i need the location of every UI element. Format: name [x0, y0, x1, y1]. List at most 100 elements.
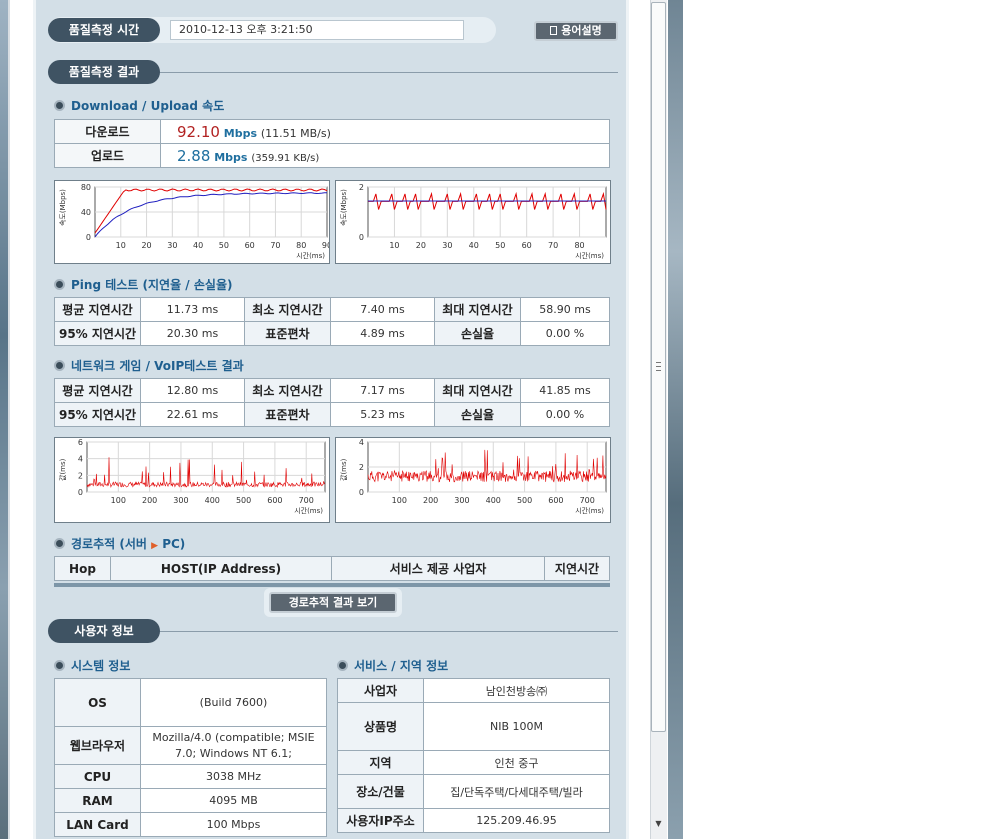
bullet-icon — [54, 538, 65, 549]
x-tick-label: 80 — [296, 241, 306, 250]
x-tick-label: 50 — [495, 241, 505, 250]
stat-label: 평균 지연시간 — [54, 378, 141, 403]
download-sub: (11.51 MB/s) — [260, 126, 331, 140]
x-axis-label: 시간(ms) — [575, 251, 604, 260]
upload-chart-svg: 2010 20 30 40 50 60 70 80속도(Mbps)시간(ms) — [340, 183, 607, 260]
trace-heading: 경로추적 (서버 ▶ PC) — [54, 535, 185, 552]
download-label: 다운로드 — [54, 119, 161, 144]
stat-value: 5.23 ms — [330, 402, 435, 427]
ram-value: 4095 MB — [140, 788, 327, 813]
table-row: 사업자 남인천방송㈜ — [337, 678, 610, 703]
glossary-button[interactable]: 용어설명 — [534, 21, 618, 41]
table-row: 사용자IP주소 125.209.46.95 — [337, 808, 610, 833]
trace-col-host: HOST(IP Address) — [110, 556, 332, 581]
x-tick-label: 400 — [486, 496, 501, 505]
x-tick-label: 200 — [142, 496, 157, 505]
trace-table: Hop HOST(IP Address) 서비스 제공 사업자 지연시간 — [54, 556, 610, 581]
speed-test-panel: 품질측정 시간 2010-12-13 오후 3:21:50 용어설명 품질측정 … — [33, 0, 629, 839]
game-latency-chart-svg: 6 4 2 0 100 200 300 400 500 600 700 값(ms) 시간(ms) — [59, 438, 326, 515]
x-tick-label: 30 — [167, 241, 177, 250]
table-row: 평균 지연시간 12.80 ms 최소 지연시간 7.17 ms 최대 지연시간 41.8… — [54, 378, 610, 403]
x-tick-label: 700 — [580, 496, 595, 505]
stat-label: 손실율 — [434, 402, 521, 427]
speed-heading: Download / Upload 속도 — [54, 97, 224, 114]
stat-value: 22.61 ms — [140, 402, 245, 427]
table-row: RAM 4095 MB — [54, 788, 327, 813]
stat-label: 95% 지연시간 — [54, 402, 141, 427]
trace-col-latency: 지연시간 — [544, 556, 610, 581]
os-value: (Build 7600) — [140, 678, 327, 727]
scroll-down-arrow-icon[interactable]: ▼ — [651, 816, 666, 832]
table-row: 상품명 NIB 100M — [337, 702, 610, 751]
x-axis-label: 시간(ms) — [294, 506, 323, 515]
voip-latency-chart: 4 2 0 100 200 300 400 500 600 700 값(ms) 시간(ms) — [335, 437, 611, 523]
stat-label: 평균 지연시간 — [54, 297, 141, 322]
x-tick-label: 60 — [522, 241, 532, 250]
lan-value: 100 Mbps — [140, 812, 327, 837]
service-heading: 서비스 / 지역 정보 — [337, 657, 448, 674]
bullet-icon — [54, 100, 65, 111]
table-row: CPU 3038 MHz — [54, 764, 327, 789]
stat-value: 7.40 ms — [330, 297, 435, 322]
stat-value: 7.17 ms — [330, 378, 435, 403]
ip-value: 125.209.46.95 — [423, 808, 610, 833]
bullet-icon — [54, 360, 65, 371]
upload-value-cell: 2.88 Mbps (359.91 KB/s) — [160, 143, 610, 168]
bullet-icon — [54, 279, 65, 290]
ping-table: 평균 지연시간 11.73 ms 최소 지연시간 7.40 ms 최대 지연시간 58.9… — [54, 297, 610, 346]
stat-value: 41.85 ms — [520, 378, 610, 403]
stat-label: 95% 지연시간 — [54, 321, 141, 346]
x-tick-label: 30 — [442, 241, 452, 250]
y-tick-label: 40 — [81, 208, 91, 217]
voip-table: 평균 지연시간 12.80 ms 최소 지연시간 7.17 ms 최대 지연시간 41.8… — [54, 378, 610, 427]
y-axis-label: 속도(Mbps) — [340, 189, 348, 226]
x-tick-label: 10 — [389, 241, 399, 250]
x-tick-label: 100 — [111, 496, 126, 505]
product-value: NIB 100M — [423, 702, 610, 751]
upload-unit: Mbps — [214, 150, 248, 164]
ip-label: 사용자IP주소 — [337, 808, 424, 833]
ping-heading: Ping 테스트 (지연율 / 손실율) — [54, 276, 232, 293]
x-tick-label: 10 — [116, 241, 126, 250]
x-tick-label: 20 — [141, 241, 151, 250]
x-tick-label: 500 — [517, 496, 532, 505]
stat-value: 4.89 ms — [330, 321, 435, 346]
y-axis-label: 속도(Mbps) — [59, 189, 67, 226]
trace-col-hop: Hop — [54, 556, 111, 581]
download-chart-svg: 80 40 0 10 20 30 40 50 60 70 80 90 속도(Mbps) 시간(ms) — [59, 183, 329, 260]
product-label: 상품명 — [337, 702, 424, 751]
arrow-right-icon: ▶ — [151, 541, 159, 551]
stat-label: 최소 지연시간 — [244, 297, 331, 322]
result-section-title: 품질측정 결과 — [48, 60, 160, 84]
trace-table-footer — [54, 583, 610, 587]
stat-label: 최소 지연시간 — [244, 378, 331, 403]
y-axis-label: 값(ms) — [59, 458, 67, 481]
trace-col-provider: 서비스 제공 사업자 — [331, 556, 545, 581]
x-tick-label: 80 — [574, 241, 584, 250]
x-tick-label: 400 — [205, 496, 220, 505]
table-row: 평균 지연시간 11.73 ms 최소 지연시간 7.40 ms 최대 지연시간 58.9… — [54, 297, 610, 322]
system-table: OS (Build 7600) 웹브라우저 Mozilla/4.0 (compati… — [54, 678, 327, 837]
region-label: 지역 — [337, 750, 424, 775]
download-unit: Mbps — [223, 126, 258, 140]
user-section-title: 사용자 정보 — [48, 619, 160, 643]
voip-latency-chart-svg: 4 2 0 100 200 300 400 500 600 700 값(ms) 시간(ms) — [340, 438, 607, 515]
x-tick-label: 90 — [322, 241, 329, 250]
y-tick-label: 4 — [78, 455, 83, 464]
stat-value: 20.30 ms — [140, 321, 245, 346]
plot-area — [367, 186, 607, 238]
table-row: OS (Build 7600) — [54, 678, 327, 727]
stat-label: 손실율 — [434, 321, 521, 346]
y-tick-label: 6 — [78, 438, 83, 447]
x-axis-label: 시간(ms) — [575, 506, 604, 515]
browser-window: 품질측정 시간 2010-12-13 오후 3:21:50 용어설명 품질측정 … — [0, 0, 683, 839]
cpu-value: 3038 MHz — [140, 764, 327, 789]
divider — [156, 72, 618, 73]
cpu-label: CPU — [54, 764, 141, 789]
y-tick-label: 0 — [359, 233, 364, 242]
divider — [156, 631, 618, 632]
upload-sub: (359.91 KB/s) — [251, 152, 320, 164]
trace-result-button[interactable]: 경로추적 결과 보기 — [269, 592, 397, 613]
table-row: 웹브라우저 Mozilla/4.0 (compatible; MSIE 7.0; W… — [54, 726, 327, 765]
x-tick-label: 70 — [270, 241, 280, 250]
